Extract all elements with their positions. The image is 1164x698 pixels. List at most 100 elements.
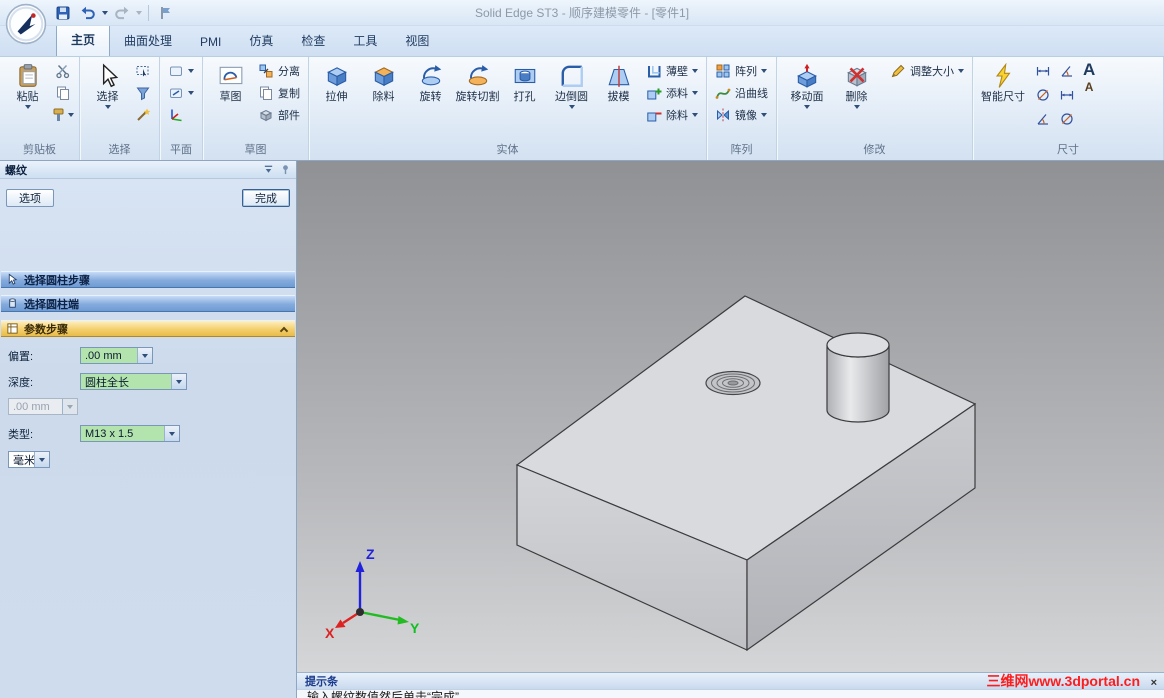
type-label: 类型: xyxy=(8,428,34,441)
delete-icon xyxy=(844,63,870,89)
revolved-cut-label: 旋转切割 xyxy=(455,91,500,103)
distance-between-button[interactable] xyxy=(1031,60,1055,82)
tab-inspect[interactable]: 检查 xyxy=(287,26,339,56)
offset-label: 偏置: xyxy=(8,350,34,363)
fence-select-button[interactable] xyxy=(131,60,155,82)
copy-button[interactable] xyxy=(51,82,75,104)
tab-pmi[interactable]: PMI xyxy=(186,29,235,56)
delete-button[interactable]: 删除 xyxy=(833,60,880,110)
options-button[interactable]: 选项 xyxy=(6,189,54,207)
select-cylinder-step-label: 选择圆柱步骤 xyxy=(24,274,90,287)
smart-dimension-button[interactable]: 智能尺寸 xyxy=(977,60,1029,103)
mirror-button[interactable]: 镜像 xyxy=(711,104,772,126)
detach-button[interactable]: 分离 xyxy=(254,60,304,82)
sketch-copy-button[interactable]: 复制 xyxy=(254,82,304,104)
diameter-dimension-button[interactable] xyxy=(1055,108,1079,130)
depth-combobox[interactable]: 圆柱全长 xyxy=(80,373,187,390)
model-canvas[interactable]: Z X Y xyxy=(297,161,1164,672)
group-label-dimension: 尺寸 xyxy=(1057,144,1079,156)
round-button[interactable]: 边倒圆 xyxy=(548,60,595,110)
offset-dropdown-button[interactable] xyxy=(137,348,152,363)
customize-toolbar-button[interactable] xyxy=(155,3,177,23)
select-filter-button[interactable] xyxy=(131,82,155,104)
pin-icon[interactable] xyxy=(280,164,291,175)
select-cylinder-step-bar[interactable]: 选择圆柱步骤 xyxy=(1,271,295,288)
angle-dimension-button[interactable] xyxy=(1031,108,1055,130)
cut-button[interactable] xyxy=(51,60,75,82)
symmetric-diameter-button[interactable] xyxy=(1055,84,1079,106)
tab-simulation[interactable]: 仿真 xyxy=(235,26,287,56)
text-annotation-small-button[interactable]: A xyxy=(1085,80,1094,94)
save-button[interactable] xyxy=(52,3,74,23)
tab-surfacing[interactable]: 曲面处理 xyxy=(110,26,186,56)
watermark-close-icon[interactable]: × xyxy=(1151,677,1157,689)
tab-home[interactable]: 主页 xyxy=(56,24,111,56)
select-cylinder-end-bar[interactable]: 选择圆柱端 xyxy=(1,295,295,312)
plane-more-button[interactable] xyxy=(164,82,198,104)
select-button[interactable]: 选择 xyxy=(84,60,131,110)
coincident-plane-button[interactable] xyxy=(164,60,198,82)
parameter-step-bar[interactable]: 参数步骤 xyxy=(1,320,295,337)
diameter-dimension-icon xyxy=(1059,111,1075,127)
sketch-copy-icon xyxy=(258,85,274,101)
unit-dropdown-button[interactable] xyxy=(34,452,49,467)
panel-menu-icon[interactable] xyxy=(263,164,274,175)
move-face-button[interactable]: 移动面 xyxy=(781,60,833,110)
pattern-button[interactable]: 阵列 xyxy=(711,60,772,82)
filter-icon xyxy=(135,85,151,101)
resize-button[interactable]: 调整大小 xyxy=(886,60,968,82)
paste-button[interactable]: 粘贴 xyxy=(4,60,51,110)
hole-button[interactable]: 打孔 xyxy=(501,60,548,103)
select-options-button[interactable] xyxy=(131,104,155,126)
cylinder-boss[interactable] xyxy=(826,332,890,423)
coordinate-dimension-button[interactable] xyxy=(1031,84,1055,106)
tab-tools[interactable]: 工具 xyxy=(339,26,391,56)
depth-offset-dropdown-button xyxy=(62,399,77,414)
part-body[interactable] xyxy=(515,295,977,652)
model-viewport[interactable]: Z X Y 提示条 输入螺纹数值然后单击“完成” 三维网www.3dportal… xyxy=(296,161,1164,698)
tab-view[interactable]: 视图 xyxy=(391,26,443,56)
cutout-button[interactable]: 除料 xyxy=(360,60,407,103)
app-logo-button[interactable] xyxy=(5,3,47,45)
collapse-chevron-icon[interactable] xyxy=(279,326,289,335)
offset-combobox[interactable]: .00 mm xyxy=(80,347,153,364)
revolve-label: 旋转 xyxy=(419,91,442,103)
draft-button[interactable]: 拔模 xyxy=(595,60,642,103)
panel-header: 螺纹 xyxy=(0,161,296,179)
delete-label: 删除 xyxy=(845,91,868,103)
along-curve-button[interactable]: 沿曲线 xyxy=(711,82,772,104)
undo-dropdown-icon[interactable] xyxy=(102,10,108,15)
extrude-button[interactable]: 拉伸 xyxy=(313,60,360,103)
undo-button[interactable] xyxy=(77,3,99,23)
depth-dropdown-button[interactable] xyxy=(171,374,186,389)
redo-button[interactable] xyxy=(111,3,133,23)
parameter-step-label: 参数步骤 xyxy=(24,323,68,336)
component-button[interactable]: 部件 xyxy=(254,104,304,126)
revolved-cut-button[interactable]: 旋转切割 xyxy=(454,60,501,103)
group-label-sketch: 草图 xyxy=(244,144,267,156)
finish-button[interactable]: 完成 xyxy=(242,189,290,207)
coordinate-system-button[interactable] xyxy=(164,104,198,126)
angle-between-button[interactable] xyxy=(1055,60,1079,82)
thin-wall-button[interactable]: 薄壁 xyxy=(642,60,702,82)
select-cylinder-step-icon xyxy=(6,273,19,286)
paste-label: 粘贴 xyxy=(16,91,39,103)
type-combobox[interactable]: M13 x 1.5 xyxy=(80,425,180,442)
panel-title: 螺纹 xyxy=(5,164,27,177)
undo-icon xyxy=(80,5,96,21)
format-painter-button[interactable] xyxy=(51,104,75,126)
remove-material-button[interactable]: 除料 xyxy=(642,104,702,126)
sketch-button[interactable]: 草图 xyxy=(207,60,254,103)
unit-value: 毫米 xyxy=(13,454,34,467)
type-dropdown-button[interactable] xyxy=(164,426,179,441)
threaded-hole[interactable] xyxy=(705,370,761,396)
cutout-label: 除料 xyxy=(372,91,395,103)
revolve-button[interactable]: 旋转 xyxy=(407,60,454,103)
add-material-button[interactable]: 添料 xyxy=(642,82,702,104)
text-annotation-button[interactable]: A xyxy=(1083,60,1095,80)
detach-icon xyxy=(258,63,274,79)
ribbon-group-sketch: 草图 分离 复制 部件 草图 xyxy=(203,57,309,160)
unit-combobox[interactable]: 毫米 xyxy=(8,451,50,468)
detach-label: 分离 xyxy=(278,66,300,78)
sketch-copy-label: 复制 xyxy=(278,88,300,100)
